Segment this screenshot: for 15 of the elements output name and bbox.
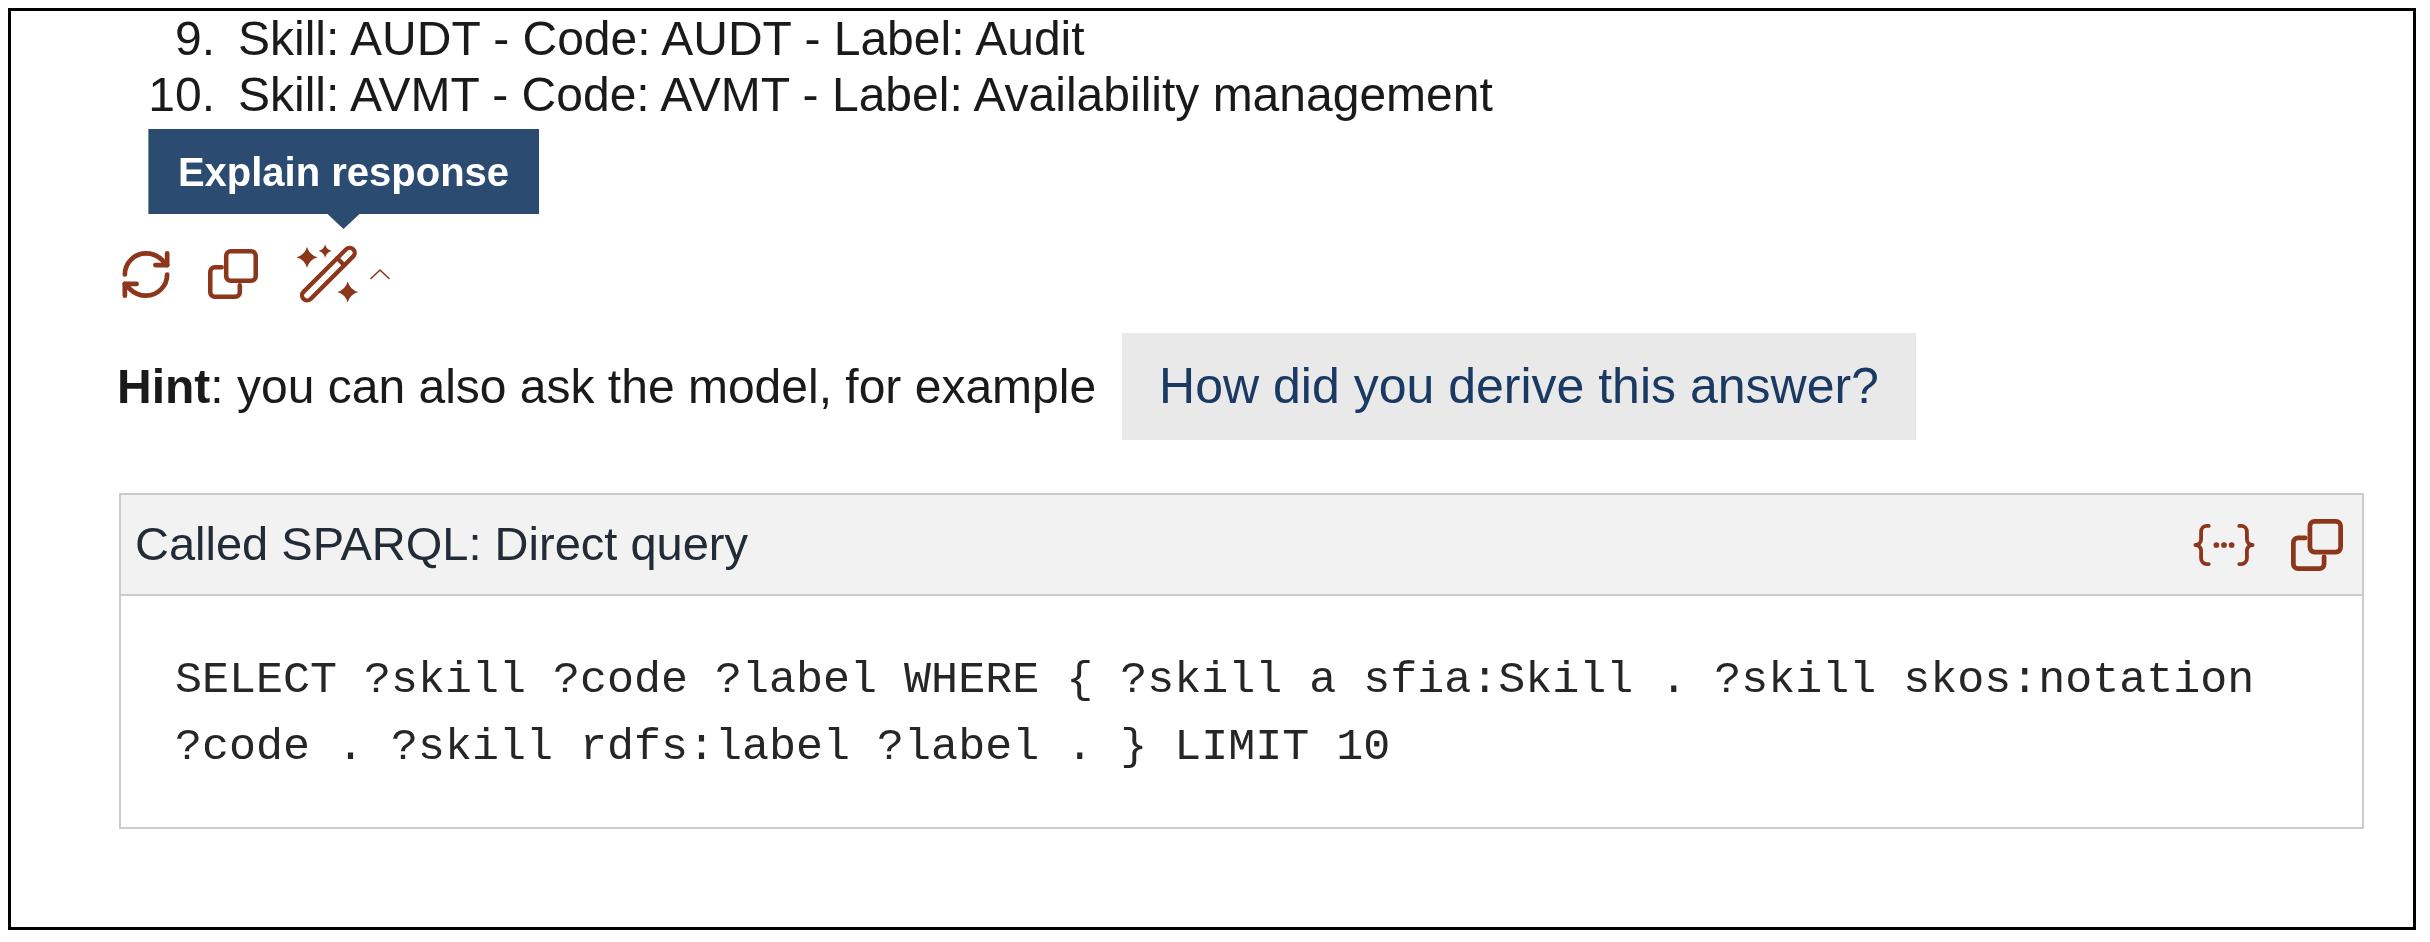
tool-call-title: Called SPARQL: Direct query	[135, 516, 748, 573]
suggestion-button[interactable]: How did you derive this answer?	[1122, 333, 1916, 440]
list-item-text: Skill: AUDT - Code: AUDT - Label: Audit	[238, 11, 1085, 67]
refresh-icon[interactable]	[122, 250, 170, 298]
list-number: 10.	[147, 67, 215, 123]
copy-icon[interactable]	[208, 249, 258, 299]
code-braces-icon[interactable]	[2193, 523, 2255, 566]
magic-wand-icon[interactable]	[296, 243, 360, 305]
list-item-text: Skill: AVMT - Code: AVMT - Label: Availability management	[238, 67, 1493, 123]
caret-icon[interactable]	[369, 268, 391, 280]
hint-text: Hint: you can also ask the model, for example	[117, 359, 1097, 415]
tooltip: Explain response	[147, 129, 540, 229]
list-number: 9.	[173, 11, 215, 67]
sparql-query: SELECT ?skill ?code ?label WHERE { ?skill a sfia:Skill . ?skill skos:notation ?code . ?skill rdfs:label ?label . } LIMIT 10	[175, 654, 2256, 775]
copy-icon[interactable]	[2291, 518, 2343, 571]
